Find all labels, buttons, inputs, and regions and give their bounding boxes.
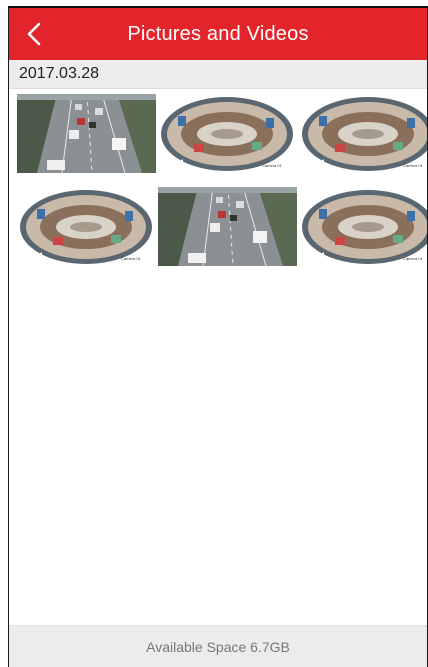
video-camera-icon (303, 251, 324, 263)
date-group-header: 2017.03.28 (9, 60, 427, 89)
media-thumbnail-picture[interactable] (158, 187, 297, 266)
chevron-left-icon (27, 22, 41, 46)
svg-text:Camera 01: Camera 01 (121, 256, 142, 261)
media-thumbnail-video[interactable]: Camera 01 (158, 94, 297, 173)
media-thumbnail-picture[interactable] (17, 94, 156, 173)
svg-text:Camera 01: Camera 01 (262, 163, 283, 168)
video-camera-icon (303, 158, 324, 170)
title-bar: Pictures and Videos (9, 8, 427, 60)
date-label: 2017.03.28 (19, 65, 100, 82)
video-camera-icon (21, 251, 42, 263)
page-title: Pictures and Videos (127, 22, 309, 45)
media-thumbnail-video[interactable]: Camera 01 (299, 94, 427, 173)
available-space-label: Available Space 6.7GB (146, 638, 290, 655)
media-thumbnail-video[interactable]: Camera 01 (299, 187, 427, 266)
storage-status-bar: Available Space 6.7GB (9, 625, 427, 667)
video-camera-icon (162, 158, 183, 170)
svg-text:Camera 01: Camera 01 (403, 256, 424, 261)
street-photo (17, 94, 156, 173)
app-screen: Pictures and Videos 2017.03.28 Camera 01… (8, 8, 428, 667)
street-photo (158, 187, 297, 266)
svg-text:Camera 01: Camera 01 (403, 163, 424, 168)
media-thumbnail-video[interactable]: Camera 01 (17, 187, 156, 266)
back-button[interactable] (15, 14, 55, 54)
